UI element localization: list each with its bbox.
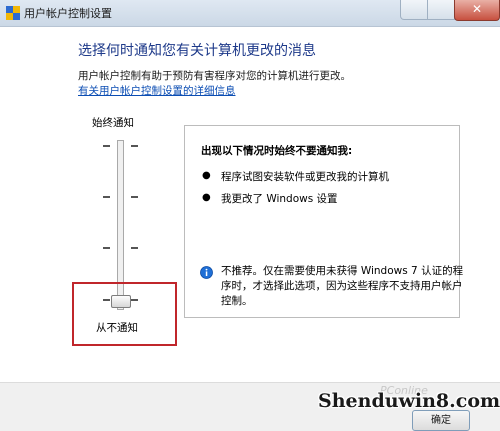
panel-bullet: 我更改了 Windows 设置 [221, 193, 338, 205]
panel-bullet: 程序试图安装软件或更改我的计算机 [221, 171, 389, 183]
slider-tick [131, 145, 138, 147]
window-title: 用户帐户控制设置 [24, 7, 112, 20]
uac-shield-icon [6, 5, 20, 20]
bullet-dot-icon: ● [202, 170, 211, 181]
slider-tick [103, 247, 110, 249]
maximize-button[interactable] [427, 0, 455, 20]
highlight-box [72, 282, 177, 346]
close-button[interactable]: ✕ [454, 0, 500, 21]
note-line: 序时，才选择此选项，因为这些程序不支持用户帐户 [221, 280, 463, 292]
panel-title: 出现以下情况时始终不要通知我: [201, 145, 353, 157]
page-description: 用户帐户控制有助于预防有害程序对您的计算机进行更改。 [78, 70, 351, 82]
uac-settings-window: 用户帐户控制设置 ✕ 选择何时通知您有关计算机更改的消息 用户帐户控制有助于预防… [0, 0, 500, 431]
minimize-button[interactable] [400, 0, 428, 20]
site-watermark: Shenduwin8.com [318, 390, 500, 412]
slider-tick [103, 196, 110, 198]
title-bar: 用户帐户控制设置 ✕ [0, 0, 500, 27]
slider-tick [131, 247, 138, 249]
slider-tick [103, 145, 110, 147]
slider-top-label: 始终通知 [92, 117, 134, 129]
note-line: 不推荐。仅在需要使用未获得 Windows 7 认证的程 [221, 265, 464, 277]
bullet-dot-icon: ● [202, 192, 211, 203]
ok-button[interactable]: 确定 [412, 410, 470, 431]
note-line: 控制。 [221, 295, 253, 307]
info-icon [200, 264, 213, 279]
recommendation-note: 不推荐。仅在需要使用未获得 Windows 7 认证的程 序时，才选择此选项，因… [221, 264, 464, 309]
slider-tick [131, 196, 138, 198]
uac-info-link[interactable]: 有关用户帐户控制设置的详细信息 [78, 83, 236, 98]
page-heading: 选择何时通知您有关计算机更改的消息 [78, 43, 316, 59]
